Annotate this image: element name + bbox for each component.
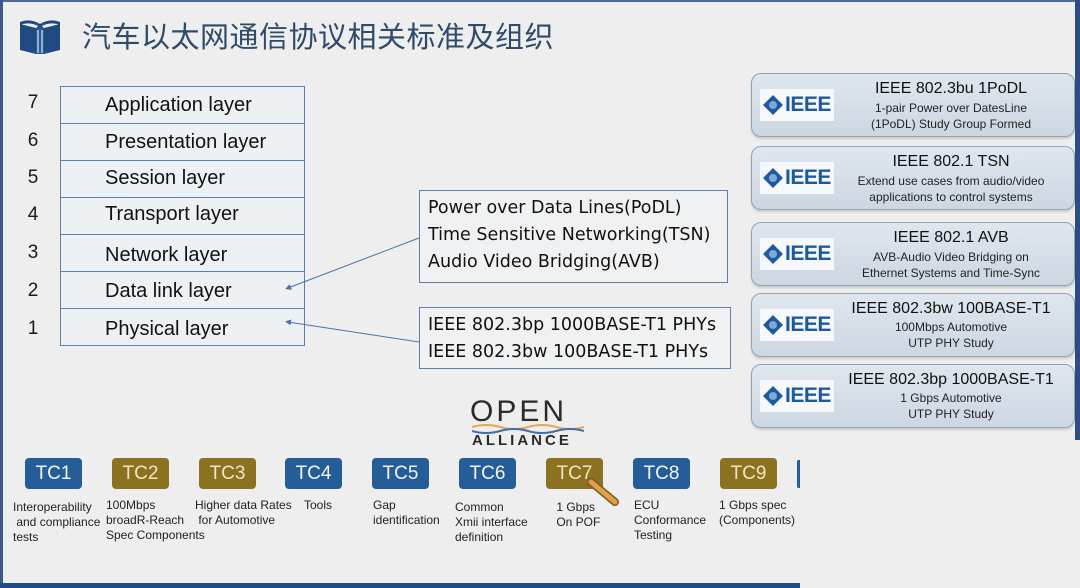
- card-line: (1PoDL) Study Group Formed: [870, 117, 1032, 131]
- ieee-diamond-icon: [763, 386, 783, 406]
- datalink-protocols-box: Power over Data Lines(PoDL) Time Sensiti…: [419, 190, 728, 283]
- slide-right-border: [1075, 0, 1080, 440]
- layer-number: 5: [27, 167, 39, 188]
- tc-next-badge-partial: [797, 460, 800, 488]
- tc8-description: ECU Conformance Testing: [634, 498, 707, 542]
- card-line: Ethernet Systems and Time-Sync: [861, 266, 1041, 280]
- tc2-badge[interactable]: TC2: [112, 458, 169, 489]
- card-line: AVB-Audio Video Bridging on: [873, 250, 1029, 264]
- open-alliance-logo: OPEN ALLIANCE: [466, 395, 590, 449]
- card-title: IEEE 802.3bu 1PoDL: [874, 80, 1028, 97]
- card-line: UTP PHY Study: [908, 407, 994, 421]
- ieee-card-100base-t1: IEEE IEEE 802.3bw 100BASE-T1 100Mbps Aut…: [751, 293, 1075, 357]
- tc3-badge[interactable]: TC3: [199, 458, 256, 489]
- card-line: 1-pair Power over DatesLine: [874, 101, 1028, 115]
- layer-label: Data link layer: [105, 280, 232, 302]
- card-line: Extend use cases from audio/video: [857, 174, 1045, 188]
- ieee-logo: IEEE: [760, 89, 834, 121]
- card-title: IEEE 802.3bw 100BASE-T1: [851, 300, 1051, 317]
- tc4-badge[interactable]: TC4: [285, 458, 342, 489]
- protocol-tsn: Time Sensitive Networking(TSN): [428, 225, 711, 245]
- tc5-description: Gap identification: [373, 498, 440, 527]
- ieee-diamond-icon: [763, 95, 783, 115]
- layer-number: 6: [27, 130, 39, 151]
- osi-layer-application: Application layer: [60, 86, 305, 124]
- tc8-badge[interactable]: TC8: [633, 458, 690, 489]
- osi-layer-network: Network layer: [60, 234, 305, 272]
- ieee-card-podl: IEEE IEEE 802.3bu 1PoDL 1-pair Power ove…: [751, 73, 1075, 137]
- ieee-logo: IEEE: [760, 238, 834, 270]
- ieee-card-1000base-t1: IEEE IEEE 802.3bp 1000BASE-T1 1 Gbps Aut…: [751, 364, 1075, 428]
- ieee-diamond-icon: [763, 244, 783, 264]
- card-title: IEEE 802.1 TSN: [892, 153, 1010, 170]
- tc5-badge[interactable]: TC5: [372, 458, 429, 489]
- ieee-card-tsn: IEEE IEEE 802.1 TSN Extend use cases fro…: [751, 146, 1075, 210]
- physical-protocols-box: IEEE 802.3bp 1000BASE-T1 PHYs IEEE 802.3…: [419, 307, 731, 369]
- slide-left-border: [0, 0, 3, 588]
- protocol-1000base-t1: IEEE 802.3bp 1000BASE-T1 PHYs: [428, 315, 717, 335]
- protocol-avb: Audio Video Bridging(AVB): [428, 252, 660, 272]
- tc6-description: Common Xmii interface definition: [455, 500, 528, 544]
- card-line: applications to control systems: [869, 190, 1033, 204]
- tc1-badge[interactable]: TC1: [25, 458, 82, 489]
- layer-label: Transport layer: [105, 203, 239, 225]
- open-book-icon: [18, 18, 62, 54]
- osi-layer-presentation: Presentation layer: [60, 123, 305, 161]
- page-title: 汽车以太网通信协议相关标准及组织: [82, 20, 555, 54]
- osi-layer-physical: Physical layer: [60, 308, 305, 346]
- osi-layer-data-link: Data link layer: [60, 271, 305, 309]
- osi-layer-transport: Transport layer: [60, 197, 305, 235]
- ieee-diamond-icon: [763, 315, 783, 335]
- open-alliance-logo-alliance: ALLIANCE: [472, 432, 572, 449]
- card-line: 100Mbps Automotive: [894, 320, 1008, 334]
- card-title: IEEE 802.3bp 1000BASE-T1: [848, 371, 1054, 388]
- tc3-description: Higher data Rates for Automotive: [195, 498, 292, 527]
- layer-label: Presentation layer: [105, 131, 267, 153]
- ieee-diamond-icon: [763, 168, 783, 188]
- arrow-to-physical-layer: [285, 319, 420, 343]
- pen-cursor-icon: [587, 478, 619, 506]
- layer-number: 3: [27, 242, 39, 263]
- layer-number: 4: [27, 204, 39, 225]
- layer-label: Network layer: [105, 244, 228, 266]
- ieee-card-avb: IEEE IEEE 802.1 AVB AVB-Audio Video Brid…: [751, 222, 1075, 286]
- protocol-100base-t1: IEEE 802.3bw 100BASE-T1 PHYs: [428, 342, 709, 362]
- osi-layer-session: Session layer: [60, 160, 305, 198]
- tc2-description: 100Mbps broadR-Reach Spec Components: [106, 498, 205, 542]
- ieee-logo: IEEE: [760, 309, 834, 341]
- card-line: 1 Gbps Automotive: [900, 391, 1002, 405]
- layer-label: Application layer: [105, 94, 252, 116]
- layer-label: Physical layer: [105, 318, 229, 340]
- tc6-badge[interactable]: TC6: [459, 458, 516, 489]
- tc9-badge[interactable]: TC9: [720, 458, 777, 489]
- layer-number: 7: [27, 92, 39, 113]
- layer-number: 1: [27, 318, 39, 339]
- protocol-podl: Power over Data Lines(PoDL): [428, 198, 682, 218]
- tc1-description: Interoperability and compliance tests: [13, 500, 101, 544]
- slide-top-border: [0, 0, 1080, 2]
- card-line: UTP PHY Study: [908, 336, 994, 350]
- layer-label: Session layer: [105, 167, 226, 189]
- layer-number: 2: [27, 280, 39, 301]
- arrow-to-data-link-layer: [285, 237, 420, 290]
- tc4-description: Tools: [304, 498, 333, 512]
- card-title: IEEE 802.1 AVB: [893, 229, 1009, 246]
- ieee-logo: IEEE: [760, 380, 834, 412]
- tc9-description: 1 Gbps spec (Components): [719, 498, 796, 527]
- slide-bottom-bar: [0, 583, 800, 588]
- ieee-logo: IEEE: [760, 162, 834, 194]
